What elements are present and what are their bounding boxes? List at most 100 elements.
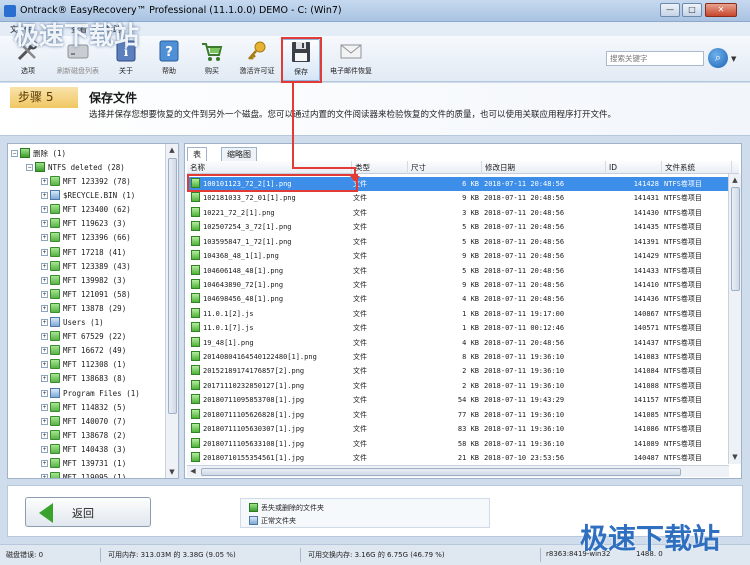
table-row[interactable]: 104698456_48[1].png 文件 4 KB 2018-07-11 20:4… xyxy=(187,292,731,306)
expand-icon[interactable]: + xyxy=(41,403,48,411)
tree-item[interactable]: + MFT 140438 (3) xyxy=(41,443,126,457)
tree-item[interactable]: + MFT 119623 (3) xyxy=(41,217,126,231)
table-row[interactable]: 103595847_1_72[1].png 文件 5 KB 2018-07-11 20… xyxy=(187,235,731,249)
expand-icon[interactable]: + xyxy=(41,445,48,453)
table-row[interactable]: 20180711095853708[1].jpg 文件 54 KB 2018-07-1… xyxy=(187,393,731,407)
table-row[interactable]: 20140804164540122480[1].png 文件 8 KB 2018-07… xyxy=(187,350,731,364)
tree-item[interactable]: + MFT 119095 (1) xyxy=(41,471,126,478)
file-hscroll-thumb[interactable] xyxy=(201,468,681,476)
table-row[interactable]: 20171110232850127[1].png 文件 2 KB 2018-07-11… xyxy=(187,379,731,393)
tree-item[interactable]: + Users (1) xyxy=(41,316,104,330)
file-filesystem-text: NTFS卷项目 xyxy=(664,252,702,261)
tree-item[interactable]: + $RECYCLE.BIN (1) xyxy=(41,189,135,203)
minimize-button[interactable]: — xyxy=(660,3,680,17)
tree-root[interactable]: − 删除 (1) xyxy=(11,147,66,161)
tree-item[interactable]: + MFT 17218 (41) xyxy=(41,246,126,260)
table-row[interactable]: 104606148_48[1].png 文件 5 KB 2018-07-11 20:4… xyxy=(187,264,731,278)
tree-item[interactable]: + MFT 123400 (62) xyxy=(41,203,131,217)
expand-icon[interactable]: + xyxy=(41,178,48,185)
tree-item[interactable]: + MFT 138683 (8) xyxy=(41,372,126,386)
col-id[interactable]: ID xyxy=(606,161,662,174)
expand-icon[interactable]: + xyxy=(41,290,48,298)
expand-icon[interactable]: + xyxy=(41,389,48,397)
col-size[interactable]: 尺寸 xyxy=(408,161,482,174)
file-scroll-thumb[interactable] xyxy=(731,187,740,291)
file-size: 21 KB xyxy=(409,451,479,465)
table-row[interactable]: 20180710155354561[1].jpg 文件 21 KB 2018-07-1… xyxy=(187,451,731,465)
file-type: 文件 xyxy=(353,336,393,350)
tree-item[interactable]: + MFT 114832 (5) xyxy=(41,401,126,415)
expand-icon[interactable]: + xyxy=(41,234,48,242)
expand-icon[interactable]: + xyxy=(41,460,48,467)
expand-icon[interactable]: + xyxy=(41,262,48,270)
table-row[interactable]: 20152189174176857[2].png 文件 2 KB 2018-07-11… xyxy=(187,364,731,378)
file-list-hscrollbar[interactable]: ◀ xyxy=(187,465,729,477)
tree-item[interactable]: + MFT 123389 (43) xyxy=(41,260,131,274)
table-row[interactable]: 20180711105633108[1].jpg 文件 58 KB 2018-07-1… xyxy=(187,437,731,451)
expand-icon[interactable]: + xyxy=(41,276,48,284)
table-row[interactable]: 20180711105630307[1].jpg 文件 83 KB 2018-07-1… xyxy=(187,422,731,436)
tree-item[interactable]: + MFT 112308 (1) xyxy=(41,358,126,372)
close-button[interactable]: ✕ xyxy=(705,3,737,17)
table-row[interactable]: 11.0.1[2].js 文件 1 KB 2018-07-11 19:17:00 140… xyxy=(187,307,731,321)
maximize-button[interactable]: □ xyxy=(682,3,702,17)
collapse-icon[interactable]: − xyxy=(11,150,18,157)
expand-icon[interactable]: + xyxy=(41,361,48,369)
table-row[interactable]: 10221_72_2[1].png 文件 3 KB 2018-07-11 20:48:… xyxy=(187,206,731,220)
tree-item[interactable]: + Program Files (1) xyxy=(41,387,140,401)
tree-item[interactable]: + MFT 16672 (49) xyxy=(41,344,126,358)
expand-icon[interactable]: + xyxy=(41,333,48,341)
tree-item[interactable]: + MFT 123392 (78) xyxy=(41,175,131,189)
search-input[interactable] xyxy=(607,52,701,65)
back-button[interactable]: 返回 xyxy=(25,497,151,527)
scroll-left-icon[interactable]: ◀ xyxy=(187,466,199,478)
expand-icon[interactable]: + xyxy=(41,192,48,200)
table-row[interactable]: 102507254_3_72[1].png 文件 5 KB 2018-07-11 20… xyxy=(187,220,731,234)
table-row[interactable]: 19_48[1].png 文件 4 KB 2018-07-11 20:48:56 141… xyxy=(187,336,731,350)
tree-item[interactable]: + MFT 123396 (66) xyxy=(41,231,131,245)
expand-icon[interactable]: + xyxy=(41,375,48,383)
expand-icon[interactable]: + xyxy=(41,319,48,326)
tree-item[interactable]: + MFT 121091 (58) xyxy=(41,288,131,302)
expand-icon[interactable]: + xyxy=(41,304,48,312)
table-row[interactable]: 104643890_72[1].png 文件 9 KB 2018-07-11 20:4… xyxy=(187,278,731,292)
tab-thumbnails[interactable]: 缩略图 xyxy=(221,147,257,161)
file-list-scrollbar[interactable]: ▲ ▼ xyxy=(728,174,741,464)
table-row[interactable]: 104368_48_1[1].png 文件 9 KB 2018-07-11 20:48… xyxy=(187,249,731,263)
scroll-up-icon[interactable]: ▲ xyxy=(729,174,741,186)
scroll-up-icon[interactable]: ▲ xyxy=(166,144,178,156)
col-modified[interactable]: 修改日期 xyxy=(482,161,606,174)
table-row[interactable]: 102181033_72_01[1].png 文件 9 KB 2018-07-11 2… xyxy=(187,191,731,205)
tree-item[interactable]: + MFT 13878 (29) xyxy=(41,302,126,316)
tree-item[interactable]: + MFT 139982 (3) xyxy=(41,274,126,288)
tree-scroll-thumb[interactable] xyxy=(168,158,177,414)
panel-splitter[interactable] xyxy=(180,143,183,479)
scroll-down-icon[interactable]: ▼ xyxy=(729,451,741,463)
tree-volume[interactable]: − NTFS deleted (28) xyxy=(26,161,125,175)
search-field[interactable] xyxy=(606,51,704,66)
tree-item[interactable]: + MFT 139731 (1) xyxy=(41,457,126,471)
expand-icon[interactable]: + xyxy=(41,417,48,425)
tree-item[interactable]: + MFT 140070 (7) xyxy=(41,415,126,429)
tree-item[interactable]: + MFT 67529 (22) xyxy=(41,330,126,344)
expand-icon[interactable]: + xyxy=(41,220,48,228)
collapse-icon[interactable]: − xyxy=(26,164,33,171)
tab-table[interactable]: 表 xyxy=(187,147,207,161)
expand-icon[interactable]: + xyxy=(41,431,48,439)
table-row[interactable]: 11.0.1[7].js 文件 1 KB 2018-07-11 00:12:46 140… xyxy=(187,321,731,335)
expand-icon[interactable]: + xyxy=(41,347,48,355)
tree-item[interactable]: + MFT 138678 (2) xyxy=(41,429,126,443)
table-row[interactable]: 20180711105626828[1].jpg 文件 77 KB 2018-07-1… xyxy=(187,408,731,422)
tree-scrollbar[interactable]: ▲ ▼ xyxy=(165,144,178,478)
search-icon[interactable]: ⌕ xyxy=(708,48,728,68)
chevron-down-icon[interactable]: ▼ xyxy=(731,55,736,63)
email-recovery-button[interactable]: 电子邮件恢复 xyxy=(325,39,377,81)
expand-icon[interactable]: + xyxy=(41,474,48,478)
col-filesystem[interactable]: 文件系统 xyxy=(662,161,732,174)
col-type[interactable]: 类型 xyxy=(352,161,408,174)
expand-icon[interactable]: + xyxy=(41,206,48,214)
scroll-down-icon[interactable]: ▼ xyxy=(166,466,178,478)
folder-tree[interactable]: − 删除 (1) − NTFS deleted (28) + MFT 123392 (… xyxy=(7,143,179,479)
activate-license-button[interactable]: 激活许可证 xyxy=(231,39,283,81)
expand-icon[interactable]: + xyxy=(41,248,48,256)
